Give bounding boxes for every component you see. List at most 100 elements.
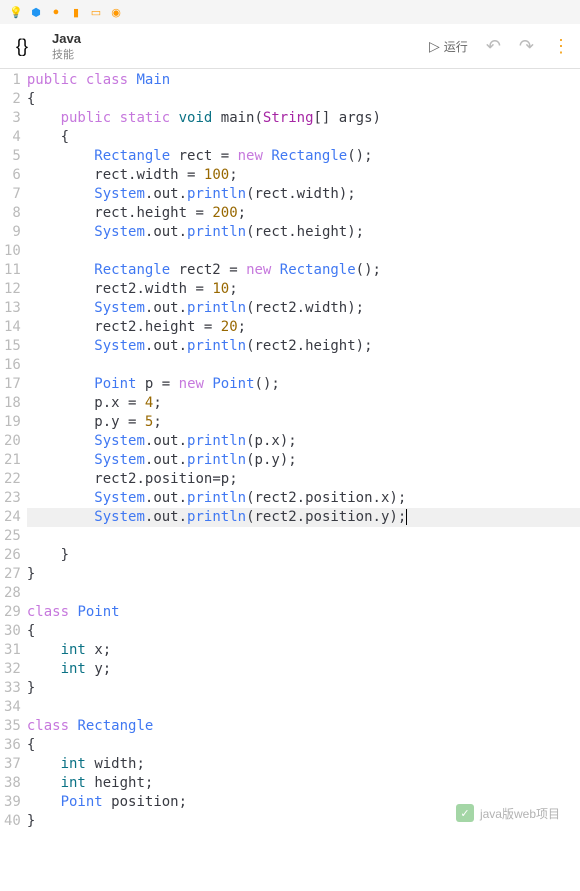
tray-icon-5: ▭: [88, 4, 104, 20]
line-number: 26: [4, 546, 21, 565]
line-number: 20: [4, 432, 21, 451]
line-number: 31: [4, 641, 21, 660]
line-gutter: 1234567891011121314151617181920212223242…: [0, 69, 27, 833]
code-line[interactable]: [27, 527, 580, 546]
code-line[interactable]: System.out.println(rect.width);: [27, 185, 580, 204]
line-number: 14: [4, 318, 21, 337]
code-line[interactable]: }: [27, 679, 580, 698]
code-line[interactable]: System.out.println(rect2.position.y);: [27, 508, 580, 527]
code-line[interactable]: System.out.println(p.x);: [27, 432, 580, 451]
line-number: 21: [4, 451, 21, 470]
line-number: 1: [4, 71, 21, 90]
line-number: 22: [4, 470, 21, 489]
line-number: 7: [4, 185, 21, 204]
line-number: 13: [4, 299, 21, 318]
redo-icon[interactable]: ↷: [519, 36, 534, 57]
code-line[interactable]: rect.height = 200;: [27, 204, 580, 223]
code-line[interactable]: p.y = 5;: [27, 413, 580, 432]
line-number: 33: [4, 679, 21, 698]
line-number: 3: [4, 109, 21, 128]
line-number: 28: [4, 584, 21, 603]
run-button[interactable]: ▷ 运行: [429, 38, 468, 55]
run-label: 运行: [444, 38, 468, 55]
line-number: 6: [4, 166, 21, 185]
system-tray-icons: 💡 ⬢ ● ▮ ▭ ◉: [0, 0, 580, 24]
code-line[interactable]: }: [27, 565, 580, 584]
code-line[interactable]: System.out.println(p.y);: [27, 451, 580, 470]
code-line[interactable]: [27, 698, 580, 717]
code-line[interactable]: System.out.println(rect2.width);: [27, 299, 580, 318]
code-line[interactable]: Rectangle rect = new Rectangle();: [27, 147, 580, 166]
line-number: 37: [4, 755, 21, 774]
code-line[interactable]: System.out.println(rect.height);: [27, 223, 580, 242]
undo-icon[interactable]: ↶: [486, 36, 501, 57]
line-number: 2: [4, 90, 21, 109]
line-number: 35: [4, 717, 21, 736]
code-line[interactable]: [27, 242, 580, 261]
line-number: 32: [4, 660, 21, 679]
line-number: 17: [4, 375, 21, 394]
code-line[interactable]: p.x = 4;: [27, 394, 580, 413]
code-line[interactable]: int height;: [27, 774, 580, 793]
code-line[interactable]: public class Main: [27, 71, 580, 90]
code-editor[interactable]: 1234567891011121314151617181920212223242…: [0, 69, 580, 833]
code-line[interactable]: {: [27, 622, 580, 641]
code-line[interactable]: rect2.width = 10;: [27, 280, 580, 299]
line-number: 11: [4, 261, 21, 280]
code-line[interactable]: [27, 356, 580, 375]
line-number: 4: [4, 128, 21, 147]
code-line[interactable]: [27, 584, 580, 603]
line-number: 15: [4, 337, 21, 356]
line-number: 25: [4, 527, 21, 546]
code-line[interactable]: System.out.println(rect2.height);: [27, 337, 580, 356]
file-subtitle: 技能: [52, 46, 419, 62]
header-text-block: Java 技能: [52, 31, 419, 62]
tray-icon-3: ●: [48, 4, 64, 20]
line-number: 24: [4, 508, 21, 527]
code-line[interactable]: class Rectangle: [27, 717, 580, 736]
code-line[interactable]: int y;: [27, 660, 580, 679]
line-number: 36: [4, 736, 21, 755]
line-number: 34: [4, 698, 21, 717]
text-cursor: [406, 509, 407, 525]
line-number: 8: [4, 204, 21, 223]
code-line[interactable]: rect.width = 100;: [27, 166, 580, 185]
header-actions: ▷ 运行 ↶ ↷ ⋮: [429, 36, 570, 57]
code-line[interactable]: {: [27, 90, 580, 109]
tray-icon-6: ◉: [108, 4, 124, 20]
svg-text:{}: {}: [16, 36, 28, 56]
line-number: 29: [4, 603, 21, 622]
line-number: 18: [4, 394, 21, 413]
menu-icon[interactable]: ⋮: [552, 36, 570, 57]
watermark: ✓ java版web项目: [0, 793, 580, 833]
code-line[interactable]: rect2.position=p;: [27, 470, 580, 489]
code-line[interactable]: Rectangle rect2 = new Rectangle();: [27, 261, 580, 280]
code-line[interactable]: class Point: [27, 603, 580, 622]
line-number: 9: [4, 223, 21, 242]
file-title: Java: [52, 31, 419, 46]
code-line[interactable]: int x;: [27, 641, 580, 660]
app-header: {} Java 技能 ▷ 运行 ↶ ↷ ⋮: [0, 24, 580, 69]
line-number: 19: [4, 413, 21, 432]
tray-icon-4: ▮: [68, 4, 84, 20]
code-line[interactable]: {: [27, 128, 580, 147]
line-number: 12: [4, 280, 21, 299]
line-number: 23: [4, 489, 21, 508]
tray-icon-1: 💡: [8, 4, 24, 20]
code-line[interactable]: int width;: [27, 755, 580, 774]
watermark-text: java版web项目: [480, 805, 560, 822]
code-line[interactable]: Point p = new Point();: [27, 375, 580, 394]
code-line[interactable]: public static void main(String[] args): [27, 109, 580, 128]
code-line[interactable]: System.out.println(rect2.position.x);: [27, 489, 580, 508]
line-number: 30: [4, 622, 21, 641]
play-icon: ▷: [429, 38, 440, 55]
tray-icon-2: ⬢: [28, 4, 44, 20]
code-area[interactable]: public class Main{ public static void ma…: [27, 69, 580, 833]
line-number: 27: [4, 565, 21, 584]
code-line[interactable]: }: [27, 546, 580, 565]
code-line[interactable]: rect2.height = 20;: [27, 318, 580, 337]
line-number: 16: [4, 356, 21, 375]
code-line[interactable]: {: [27, 736, 580, 755]
java-logo-icon: {}: [10, 30, 42, 62]
line-number: 5: [4, 147, 21, 166]
